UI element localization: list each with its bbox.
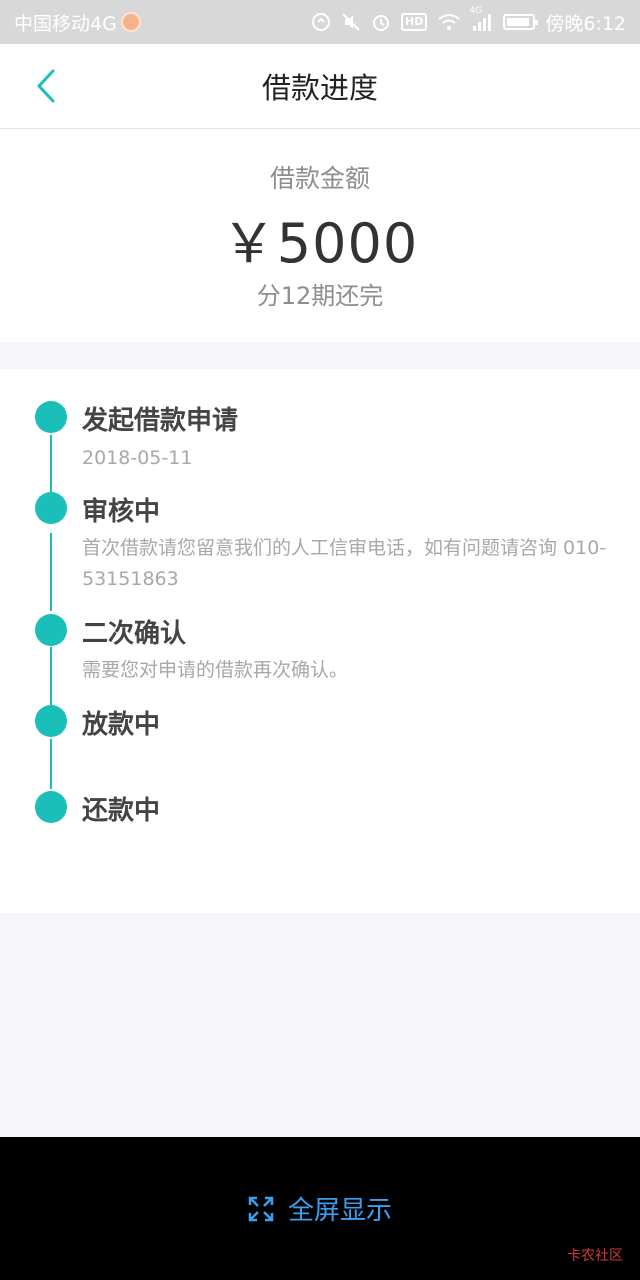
page-title: 借款进度 (261, 71, 378, 105)
expand-icon (248, 1196, 274, 1221)
repayment-terms: 分12期还完 (256, 282, 384, 310)
step-title: 发起借款申请 (82, 406, 239, 436)
nav-bar: 借款进度 (0, 44, 640, 129)
image-viewer-bar: 全屏显示 卡农社区 (0, 1137, 640, 1280)
step-title: 二次确认 (82, 619, 187, 649)
battery-icon (503, 14, 539, 30)
data-saver-icon (311, 12, 331, 32)
timeline-connector (50, 647, 52, 705)
watermark-logo: 卡农社区 (558, 1240, 632, 1270)
amount-value: ￥5000 (221, 212, 419, 275)
step-description: 首次借款请您留意我们的人工信审电话，如有问题请咨询 010-53151863 (82, 537, 607, 590)
timeline-connector (50, 435, 52, 493)
carrier-name: 中国移动4G (14, 12, 117, 35)
hd-icon: HD (400, 13, 428, 31)
status-icons: HD 4G 傍晚6:12 (311, 6, 626, 36)
amount-label: 借款金额 (269, 164, 370, 193)
fullscreen-button[interactable]: 全屏显示 (248, 1190, 392, 1227)
emoji-icon (120, 12, 141, 32)
back-button[interactable] (28, 68, 64, 104)
step-dot (35, 791, 67, 823)
step-dot (35, 401, 67, 433)
timeline-connector (50, 533, 52, 611)
step-dot (35, 614, 67, 646)
hd-label: HD (400, 13, 428, 31)
mute-icon (341, 12, 361, 32)
status-time: 傍晚6:12 (545, 12, 626, 35)
network-type-label: 4G (469, 6, 483, 16)
step-description: 需要您对申请的借款再次确认。 (82, 659, 349, 681)
timeline-connector (50, 739, 52, 789)
loan-amount-card: 借款金额 ￥5000 分12期还完 (0, 129, 640, 342)
alarm-icon (371, 12, 391, 32)
carrier-info: 中国移动4G (14, 9, 141, 36)
step-dot (35, 492, 67, 524)
chevron-left-icon (37, 69, 55, 103)
loan-progress-timeline: 发起借款申请 2018-05-11 审核中 首次借款请您留意我们的人工信审电话，… (0, 369, 640, 913)
step-title: 放款中 (82, 710, 161, 740)
signal-icon: 4G (469, 6, 493, 32)
wifi-icon (437, 12, 461, 32)
watermark-text: 卡农社区 (567, 1248, 623, 1264)
fullscreen-label: 全屏显示 (287, 1196, 392, 1226)
status-bar: 中国移动4G HD 4G 傍晚6:12 (0, 0, 640, 44)
step-title: 审核中 (82, 497, 161, 527)
step-dot (35, 705, 67, 737)
step-title: 还款中 (82, 796, 161, 826)
step-date: 2018-05-11 (82, 447, 193, 469)
